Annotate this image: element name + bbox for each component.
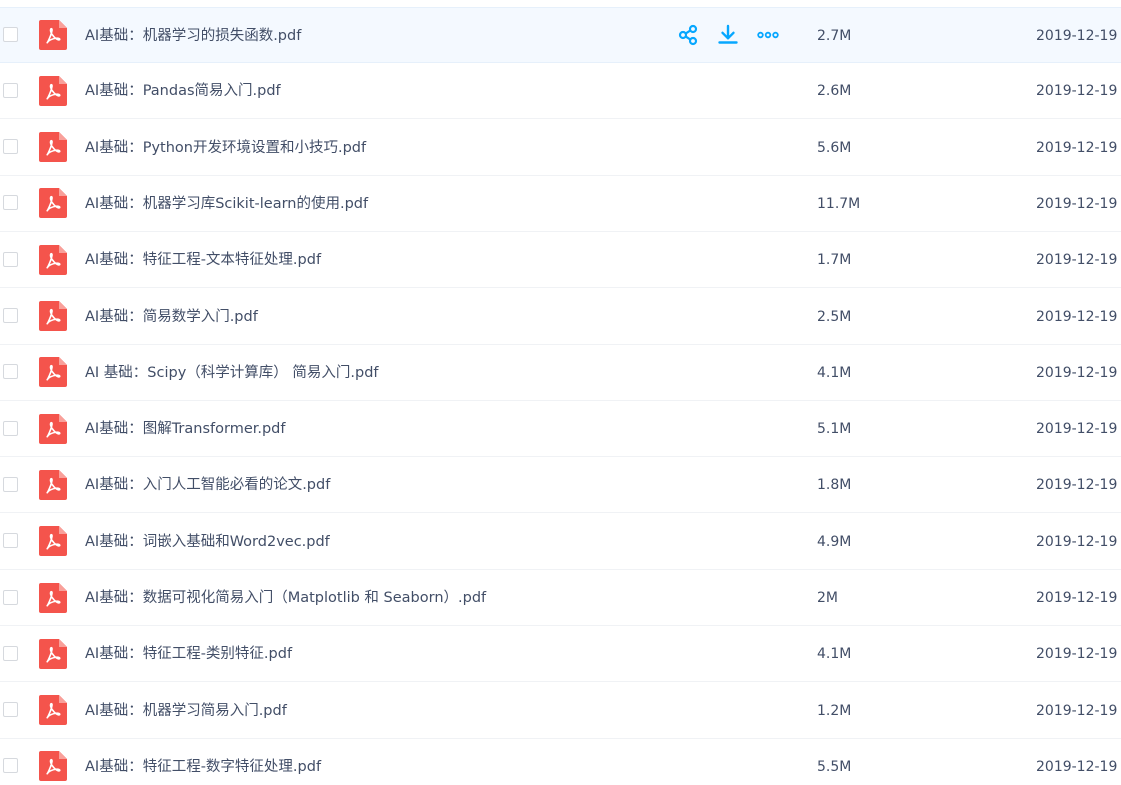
file-row[interactable]: AI 基础：Scipy（科学计算库） 简易入门.pdf 4.1M 2019-12-1…: [0, 345, 1121, 401]
file-date: 2019-12-19 1: [1036, 364, 1121, 381]
pdf-file-icon: [39, 583, 67, 613]
file-size: 2.7M: [817, 28, 852, 44]
row-checkbox[interactable]: [3, 27, 18, 42]
file-date: 2019-12-19 1: [1036, 702, 1121, 719]
file-name[interactable]: AI基础：数据可视化简易入门（Matplotlib 和 Seaborn）.pdf: [85, 570, 486, 625]
file-row[interactable]: AI基础：图解Transformer.pdf 5.1M 2019-12-19 1: [0, 401, 1121, 458]
file-row[interactable]: AI基础：特征工程-文本特征处理.pdf 1.7M 2019-12-19 1: [0, 232, 1121, 289]
file-size: 4.1M: [817, 646, 852, 663]
file-size: 11.7M: [817, 195, 861, 212]
more-icon[interactable]: [756, 23, 780, 47]
file-row[interactable]: AI基础：机器学习库Scikit-learn的使用.pdf 11.7M 2019-1…: [0, 176, 1121, 232]
pdf-file-icon: [39, 639, 67, 669]
file-row[interactable]: AI基础：词嵌入基础和Word2vec.pdf 4.9M 2019-12-19 1: [0, 514, 1121, 570]
pdf-file-icon: [39, 188, 67, 218]
file-name[interactable]: AI基础：机器学习简易入门.pdf: [85, 683, 287, 738]
file-date: 2019-12-19 1: [1036, 28, 1121, 44]
file-date: 2019-12-19 1: [1036, 646, 1121, 663]
file-name[interactable]: AI基础：图解Transformer.pdf: [85, 401, 286, 456]
pdf-file-icon: [39, 301, 67, 331]
row-checkbox[interactable]: [3, 82, 18, 98]
row-actions: [676, 23, 780, 47]
share-icon[interactable]: [676, 23, 700, 47]
file-name[interactable]: AI基础：入门人工智能必看的论文.pdf: [85, 457, 330, 512]
row-checkbox[interactable]: [3, 308, 18, 323]
pdf-file-icon: [39, 76, 67, 106]
file-row[interactable]: AI基础：入门人工智能必看的论文.pdf 1.8M 2019-12-19 1: [0, 457, 1121, 514]
file-date: 2019-12-19 1: [1036, 590, 1121, 606]
pdf-file-icon: [39, 695, 67, 725]
row-checkbox[interactable]: [3, 420, 18, 436]
file-name[interactable]: AI基础：特征工程-数字特征处理.pdf: [85, 739, 321, 785]
file-date: 2019-12-19 1: [1036, 308, 1121, 325]
download-icon[interactable]: [716, 23, 740, 47]
file-name[interactable]: AI基础：特征工程-类别特征.pdf: [85, 626, 292, 681]
file-size: 4.1M: [817, 364, 852, 381]
file-size: 5.1M: [817, 421, 852, 438]
file-size: 4.9M: [817, 533, 852, 550]
file-row[interactable]: AI基础：机器学习简易入门.pdf 1.2M 2019-12-19 1: [0, 683, 1121, 739]
file-name[interactable]: AI基础：特征工程-文本特征处理.pdf: [85, 232, 321, 287]
file-size: 2.6M: [817, 83, 852, 100]
file-name[interactable]: AI基础：Python开发环境设置和小技巧.pdf: [85, 120, 366, 175]
file-size: 5.6M: [817, 139, 852, 156]
pdf-file-icon: [39, 132, 67, 162]
row-checkbox[interactable]: [3, 195, 18, 211]
file-row[interactable]: AI基础：机器学习的损失函数.pdf 2.7M 2019-12-19 1: [0, 7, 1121, 63]
pdf-file-icon: [39, 751, 67, 781]
row-checkbox[interactable]: [3, 533, 18, 549]
pdf-file-icon: [39, 245, 67, 275]
file-list: AI基础：机器学习的损失函数.pdf2.7M2019-12-19 1AI基础：P…: [0, 0, 1121, 785]
pdf-file-icon: [39, 357, 67, 387]
file-name[interactable]: AI基础：机器学习库Scikit-learn的使用.pdf: [85, 176, 368, 231]
file-date: 2019-12-19 1: [1036, 758, 1121, 775]
file-date: 2019-12-19 1: [1036, 477, 1121, 494]
row-checkbox[interactable]: [3, 476, 18, 492]
row-checkbox[interactable]: [3, 364, 18, 380]
file-date: 2019-12-19 1: [1036, 533, 1121, 550]
pdf-file-icon: [39, 20, 67, 50]
pdf-file-icon: [39, 526, 67, 556]
file-size: 2M: [817, 590, 838, 606]
file-row[interactable]: AI基础：特征工程-数字特征处理.pdf 5.5M 2019-12-19 1: [0, 739, 1121, 785]
row-checkbox[interactable]: [3, 589, 18, 605]
file-date: 2019-12-19 1: [1036, 195, 1121, 212]
file-name[interactable]: AI基础：Pandas简易入门.pdf: [85, 63, 281, 118]
file-size: 2.5M: [817, 308, 852, 325]
pdf-file-icon: [39, 470, 67, 500]
row-checkbox[interactable]: [3, 758, 18, 774]
file-row[interactable]: AI基础：Pandas简易入门.pdf 2.6M 2019-12-19 1: [0, 63, 1121, 120]
pdf-file-icon: [39, 414, 67, 444]
file-name[interactable]: AI基础：简易数学入门.pdf: [85, 289, 258, 344]
file-date: 2019-12-19 1: [1036, 421, 1121, 438]
file-size: 1.8M: [817, 477, 852, 494]
file-date: 2019-12-19 1: [1036, 139, 1121, 156]
file-name[interactable]: AI基础：词嵌入基础和Word2vec.pdf: [85, 514, 330, 569]
file-row[interactable]: AI基础：数据可视化简易入门（Matplotlib 和 Seaborn）.pdf…: [0, 570, 1121, 626]
file-row[interactable]: AI基础：简易数学入门.pdf 2.5M 2019-12-19 1: [0, 289, 1121, 345]
file-date: 2019-12-19 1: [1036, 252, 1121, 269]
file-date: 2019-12-19 1: [1036, 83, 1121, 100]
row-checkbox[interactable]: [3, 702, 18, 718]
file-size: 1.7M: [817, 252, 852, 269]
file-row[interactable]: AI基础：特征工程-类别特征.pdf 4.1M 2019-12-19 1: [0, 626, 1121, 683]
row-checkbox[interactable]: [3, 251, 18, 267]
file-size: 5.5M: [817, 758, 852, 775]
file-name[interactable]: AI 基础：Scipy（科学计算库） 简易入门.pdf: [85, 345, 379, 400]
file-size: 1.2M: [817, 702, 852, 719]
file-name[interactable]: AI基础：机器学习的损失函数.pdf: [85, 8, 301, 62]
file-row[interactable]: AI基础：Python开发环境设置和小技巧.pdf 5.6M 2019-12-19 …: [0, 120, 1121, 176]
row-checkbox[interactable]: [3, 139, 18, 155]
row-checkbox[interactable]: [3, 645, 18, 661]
